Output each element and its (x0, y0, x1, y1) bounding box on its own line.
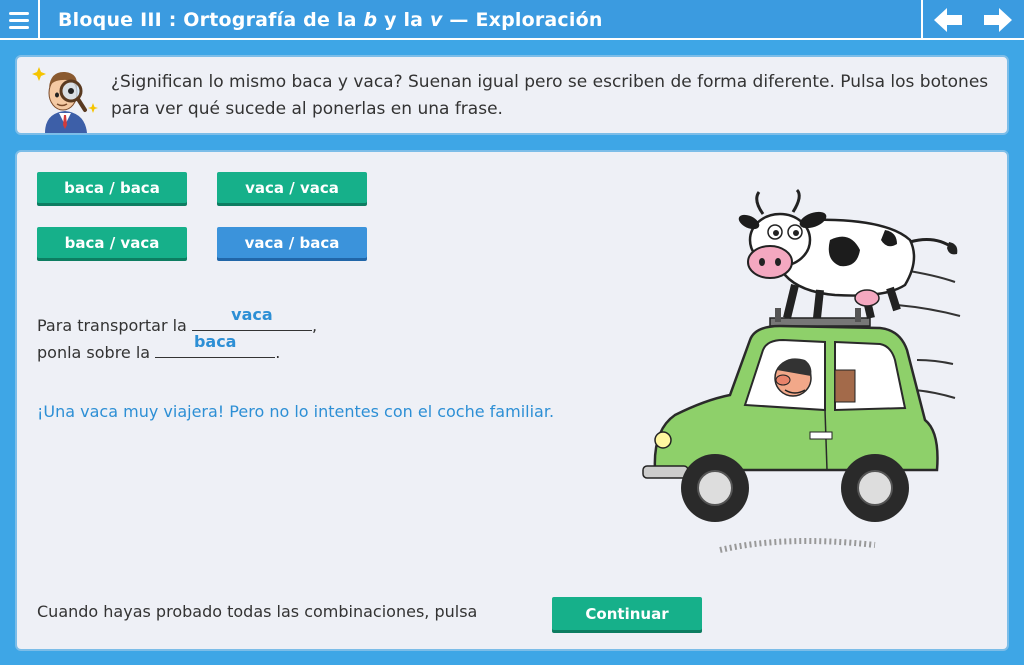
previous-button[interactable] (932, 6, 966, 34)
feedback-text: ¡Una vaca muy viajera! Pero no lo intent… (37, 402, 555, 421)
continue-button[interactable]: Continuar (552, 597, 702, 630)
blank-2-word: baca (193, 332, 237, 351)
header-bar: Bloque III : Ortografía de la b y la v —… (0, 0, 1024, 40)
footer-text: Cuando hayas probado todas las combinaci… (37, 602, 478, 621)
arrow-right-icon (984, 8, 1012, 32)
next-button[interactable] (980, 6, 1014, 34)
header-divider (921, 0, 923, 40)
option-baca-vaca-button[interactable]: baca / vaca (37, 227, 187, 258)
hamburger-menu-icon (9, 11, 29, 15)
sentence-line-2: ponla sobre la baca. (37, 332, 281, 362)
menu-button[interactable] (0, 0, 40, 40)
arrow-left-icon (934, 8, 962, 32)
option-vaca-vaca-button[interactable]: vaca / vaca (217, 172, 367, 203)
page-title: Bloque III : Ortografía de la b y la v —… (58, 9, 603, 31)
blank-1-word: vaca (231, 305, 273, 324)
instruction-text: ¿Significan lo mismo baca y vaca? Suenan… (111, 72, 989, 119)
blank-2: baca (155, 332, 276, 358)
instruction-box: ¿Significan lo mismo baca y vaca? Suenan… (15, 55, 1009, 135)
main-panel: baca / baca vaca / vaca baca / vaca vaca… (15, 150, 1009, 651)
cow-on-car-illustration (642, 188, 961, 553)
detective-with-magnifier-icon (32, 67, 98, 133)
blank-1: vaca (191, 305, 312, 331)
option-baca-baca-button[interactable]: baca / baca (37, 172, 187, 203)
option-vaca-baca-button[interactable]: vaca / baca (217, 227, 367, 258)
